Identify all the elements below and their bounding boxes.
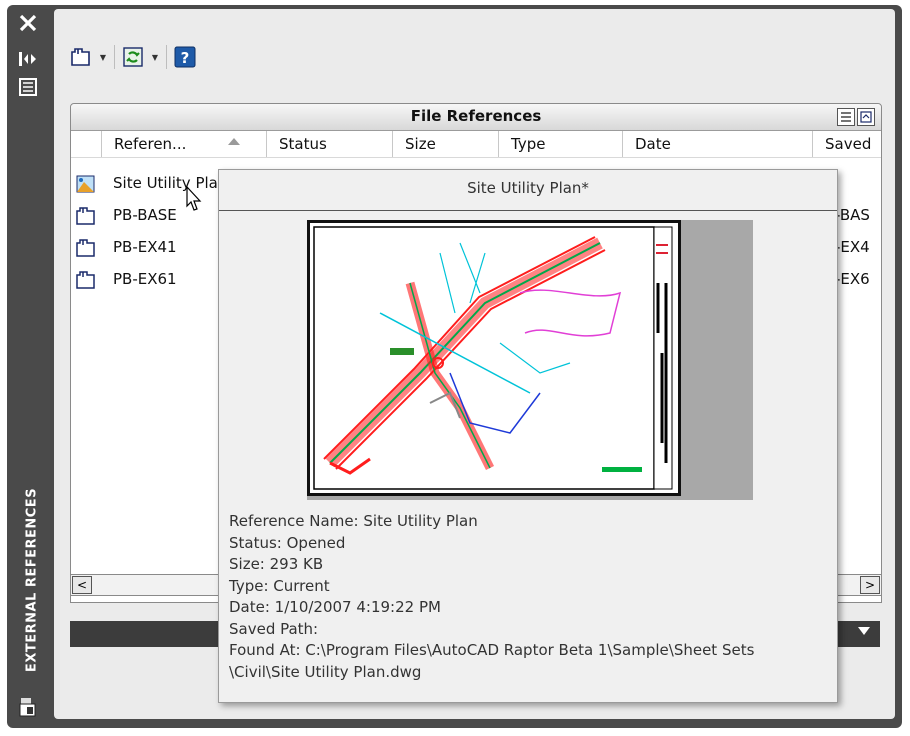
scroll-left-button[interactable]: <: [72, 576, 92, 594]
saved-path-line: Saved Path:: [229, 619, 319, 638]
palette-title-bar[interactable]: EXTERNAL REFERENCES: [7, 5, 53, 728]
column-header-reference[interactable]: Referen...: [102, 131, 267, 157]
help-icon[interactable]: ?: [172, 44, 198, 70]
dwg-file-icon: [75, 205, 97, 227]
auto-hide-icon[interactable]: [15, 47, 41, 71]
column-icon-spacer: [71, 131, 102, 157]
drawing-preview-image: [307, 220, 681, 496]
refresh-icon[interactable]: [120, 44, 146, 70]
properties-icon[interactable]: [15, 75, 41, 99]
found-at-line: Found At: C:\Program Files\AutoCAD Rapto…: [229, 641, 755, 659]
date-line: Date: 1/10/2007 4:19:22 PM: [229, 598, 441, 616]
size-line: Size: 293 KB: [229, 555, 324, 573]
xref-manager-icon[interactable]: [15, 695, 41, 719]
dwg-file-icon: [75, 237, 97, 259]
column-header-size[interactable]: Size: [393, 131, 499, 157]
current-drawing-icon: [75, 173, 97, 195]
tooltip-title: Site Utility Plan*: [219, 170, 837, 211]
type-line: Type: Current: [229, 576, 330, 595]
mouse-cursor-icon: [186, 185, 202, 216]
list-view-icon[interactable]: [837, 108, 855, 126]
close-icon[interactable]: [15, 11, 41, 35]
reference-tooltip: Site Utility Plan* Reference Name: Site …: [218, 169, 838, 703]
found-at-line-continued: \Civil\Site Utility Plan.dwg: [229, 662, 422, 681]
column-header-date[interactable]: Date: [623, 131, 813, 157]
attach-dwg-icon[interactable]: [68, 44, 94, 70]
scroll-right-button[interactable]: >: [860, 576, 880, 594]
column-headers: Referen... Status Size Type Date Saved: [71, 131, 881, 158]
tree-view-icon[interactable]: [857, 108, 875, 126]
chevron-down-icon[interactable]: [858, 627, 870, 635]
file-references-title: File References: [410, 107, 542, 125]
reference-name-line: Reference Name: Site Utility Plan: [229, 512, 478, 530]
column-header-status[interactable]: Status: [267, 131, 393, 157]
toolbar-separator: [114, 45, 115, 69]
attach-dropdown-arrow[interactable]: ▼: [97, 44, 109, 70]
reference-details: Reference Name: Site Utility Plan Status…: [229, 511, 754, 683]
status-line: Status: Opened: [229, 533, 346, 552]
column-header-type[interactable]: Type: [499, 131, 623, 157]
sort-ascending-icon: [228, 138, 240, 145]
svg-text:?: ?: [181, 49, 190, 67]
toolbar: ▼ ▼ ?: [68, 37, 198, 77]
refresh-dropdown-arrow[interactable]: ▼: [149, 44, 161, 70]
drawing-preview: [307, 220, 753, 500]
column-header-saved-path[interactable]: Saved: [813, 131, 881, 157]
palette-title: EXTERNAL REFERENCES: [24, 487, 40, 673]
dwg-file-icon: [75, 269, 97, 291]
toolbar-separator: [166, 45, 167, 69]
file-references-header[interactable]: File References: [71, 104, 881, 131]
